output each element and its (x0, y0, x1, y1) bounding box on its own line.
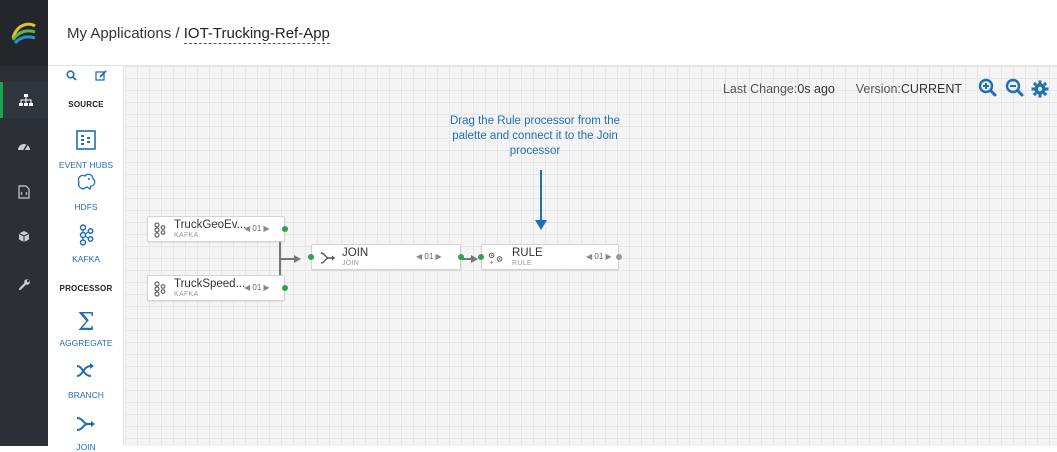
palette-item-label: EVENT HUBS (58, 160, 114, 170)
output-port[interactable] (458, 254, 464, 260)
streamline-logo-icon (11, 22, 36, 45)
join-icon (320, 252, 335, 264)
palette-toolbar (48, 70, 124, 88)
palette-item-hdfs[interactable]: HDFS (48, 172, 124, 212)
node-title: JOIN (342, 247, 369, 259)
topology-canvas[interactable]: Last Change:0s ago Version:CURRENT Drag … (125, 66, 1057, 446)
event-hubs-icon (48, 130, 124, 158)
palette-section-processor: PROCESSOR (59, 284, 113, 293)
output-port[interactable] (282, 285, 288, 291)
node-parallelism[interactable]: ◀ 01 ▶ (586, 252, 612, 261)
page-header: My Applications / IOT-Trucking-Ref-App (48, 0, 1057, 66)
rail-item-topology[interactable] (0, 82, 48, 118)
hdfs-icon (48, 172, 124, 200)
node-type: JOIN (342, 260, 360, 267)
node-parallelism[interactable]: ◀ 01 ▶ (244, 224, 270, 233)
palette-item-aggregate[interactable]: Σ AGGREGATE (48, 308, 124, 348)
node-parallelism-value: 01 (594, 252, 604, 261)
branch-icon (48, 360, 124, 388)
breadcrumb: My Applications / IOT-Trucking-Ref-App (67, 25, 330, 44)
node-parallelism-value: 01 (424, 252, 434, 261)
node-parallelism-value: 01 (252, 283, 262, 292)
input-port[interactable] (308, 254, 314, 260)
rule-icon (488, 252, 503, 264)
node-truck-geo-event[interactable]: TruckGeoEv... KAFKA ◀ 01 ▶ (147, 216, 288, 242)
output-port[interactable] (616, 254, 622, 260)
left-nav-rail (0, 0, 48, 446)
sigma-icon: Σ (77, 308, 95, 336)
palette-item-label: BRANCH (68, 390, 104, 400)
palette-section-source: SOURCE (68, 100, 104, 109)
sitemap-icon (18, 94, 33, 106)
palette-search-icon[interactable] (66, 70, 77, 84)
node-title: TruckSpeed... (174, 278, 246, 290)
node-rule[interactable]: RULE RULE ◀ 01 ▶ (478, 244, 622, 270)
cube-icon (18, 230, 30, 242)
palette-item-label: KAFKA (72, 254, 100, 264)
join-icon (48, 412, 124, 440)
node-title: TruckGeoEv... (174, 219, 247, 231)
output-port[interactable] (282, 226, 288, 232)
breadcrumb-separator: / (171, 25, 184, 42)
node-parallelism-value: 01 (252, 224, 262, 233)
node-join[interactable]: JOIN JOIN ◀ 01 ▶ (308, 244, 464, 270)
node-type: KAFKA (174, 232, 199, 239)
node-type: RULE (512, 260, 532, 267)
palette-item-event-hubs[interactable]: EVENT HUBS (48, 130, 124, 170)
kafka-icon (154, 281, 166, 297)
input-port[interactable] (478, 254, 484, 260)
dashboard-icon (18, 144, 30, 151)
rail-item-code[interactable] (0, 174, 48, 210)
node-truck-speed-event[interactable]: TruckSpeed... KAFKA ◀ 01 ▶ (147, 275, 288, 301)
kafka-icon (48, 224, 124, 252)
app-logo[interactable] (0, 0, 48, 66)
palette-item-join[interactable]: JOIN (48, 412, 124, 452)
breadcrumb-app-name[interactable]: IOT-Trucking-Ref-App (183, 25, 330, 44)
node-type: KAFKA (174, 291, 199, 298)
rail-item-dashboard[interactable] (0, 128, 48, 164)
palette-item-label: AGGREGATE (59, 338, 113, 348)
breadcrumb-root[interactable]: My Applications (67, 25, 171, 42)
component-palette: SOURCE EVENT HUBS HDFS KAFKA PROCESSOR Σ… (48, 66, 124, 452)
palette-item-label: HDFS (74, 202, 98, 212)
rail-item-settings[interactable] (0, 266, 48, 302)
palette-item-branch[interactable]: BRANCH (48, 360, 124, 400)
wrench-icon (18, 278, 30, 290)
node-parallelism[interactable]: ◀ 01 ▶ (244, 283, 270, 292)
kafka-icon (154, 222, 166, 238)
node-parallelism[interactable]: ◀ 01 ▶ (416, 252, 442, 261)
node-title: RULE (512, 247, 543, 259)
palette-item-label: JOIN (76, 442, 96, 452)
code-file-icon (18, 185, 30, 199)
palette-edit-icon[interactable] (95, 70, 107, 84)
palette-item-kafka[interactable]: KAFKA (48, 224, 124, 264)
rail-item-packages[interactable] (0, 218, 48, 254)
